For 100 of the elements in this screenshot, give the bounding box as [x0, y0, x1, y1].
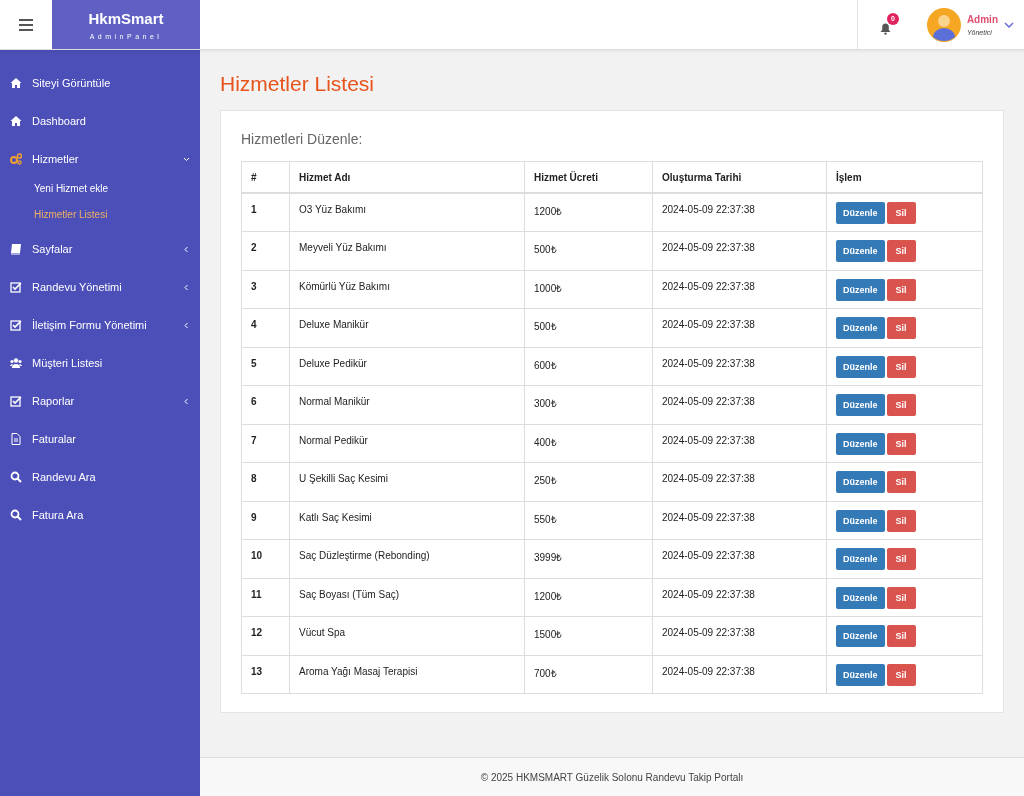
delete-button[interactable]: Sil [886, 625, 916, 647]
table-cell: 8 [241, 462, 290, 501]
edit-button[interactable]: Düzenle [836, 548, 885, 570]
table-cell: 400₺ [524, 424, 653, 463]
table-cell: 5 [241, 347, 290, 386]
table-cell: 6 [241, 385, 290, 424]
delete-button[interactable]: Sil [886, 432, 916, 455]
table-cell: Normal Manikür [289, 385, 525, 424]
table-cell: 2024-05-09 22:37:38 [652, 462, 827, 501]
edit-button[interactable]: Düzenle [836, 317, 885, 339]
table-cell: O3 Yüz Bakımı [289, 193, 525, 232]
table-cell: Vücut Spa [289, 616, 525, 655]
edit-button[interactable]: Düzenle [836, 509, 885, 532]
house-icon [10, 115, 22, 127]
column-header: # [241, 161, 290, 193]
book-icon [10, 243, 22, 255]
table-cell: 2024-05-09 22:37:38 [652, 385, 827, 424]
table-cell: 10 [241, 539, 290, 578]
checkbox-icon [10, 395, 22, 407]
sidebar-item[interactable]: Müşteri Listesi [0, 344, 200, 382]
table-cell: 1 [241, 193, 290, 232]
sidebar-subitem[interactable]: Yeni Hizmet ekle [0, 178, 200, 204]
delete-button[interactable]: Sil [886, 548, 916, 570]
sidebar-item[interactable]: Fatura Ara [0, 496, 200, 534]
edit-button[interactable]: Düzenle [836, 355, 885, 378]
sidebar-item[interactable]: Sayfalar [0, 230, 200, 268]
sidebar-item[interactable]: Hizmetler [0, 140, 200, 178]
table-cell: 3999₺ [524, 539, 653, 578]
footer-text: © 2025 HKMSMART Güzelik Solonu Randevu Takip Portalı [200, 757, 1024, 796]
delete-button[interactable]: Sil [886, 317, 916, 339]
table-cell: 2024-05-09 22:37:38 [652, 193, 827, 232]
sidebar-item[interactable]: Randevu Ara [0, 458, 200, 496]
edit-button[interactable]: Düzenle [836, 663, 885, 686]
chevron-down-icon[interactable] [1004, 21, 1014, 28]
table-cell: 4 [241, 308, 290, 347]
edit-button[interactable]: Düzenle [836, 240, 885, 262]
card-title: Hizmetleri Düzenle: [241, 131, 364, 147]
table-cell: 500₺ [524, 308, 653, 347]
edit-button[interactable]: Düzenle [836, 432, 885, 455]
table-cell: 2024-05-09 22:37:38 [652, 501, 827, 540]
avatar-icon [926, 7, 961, 42]
user-name: Admin [966, 13, 998, 25]
table-cell: Deluxe Pedikür [289, 347, 525, 386]
delete-button[interactable]: Sil [886, 663, 916, 686]
checkbox-icon [10, 281, 22, 293]
table-cell: 2024-05-09 22:37:38 [652, 347, 827, 386]
sidebar-item[interactable]: Dashboard [0, 102, 200, 140]
delete-button[interactable]: Sil [886, 240, 916, 262]
edit-button[interactable]: Düzenle [836, 586, 885, 609]
table-cell: 1000₺ [524, 270, 653, 309]
chevron-left-icon [183, 245, 190, 253]
table-cell: U Şekilli Saç Kesimi [289, 462, 525, 501]
delete-button[interactable]: Sil [886, 509, 916, 532]
column-header: Hizmet Adı [289, 161, 525, 193]
table-cell: 11 [241, 578, 290, 617]
sidebar-item[interactable]: Raporlar [0, 382, 200, 420]
checkbox-icon [10, 319, 22, 331]
brand-name: HkmSmart [88, 9, 164, 27]
search-icon [10, 471, 22, 483]
table-cell: 9 [241, 501, 290, 540]
table-cell: 250₺ [524, 462, 653, 501]
table-cell: 2024-05-09 22:37:38 [652, 270, 827, 309]
delete-button[interactable]: Sil [886, 202, 916, 224]
delete-button[interactable]: Sil [886, 471, 916, 493]
sidebar-subitem[interactable]: Hizmetler Listesi [0, 204, 200, 230]
chevron-left-icon [183, 283, 190, 291]
sidebar-item[interactable]: Randevu Yönetimi [0, 268, 200, 306]
delete-button[interactable]: Sil [886, 278, 916, 301]
chevron-left-icon [183, 397, 190, 405]
edit-button[interactable]: Düzenle [836, 278, 885, 301]
table-cell: 600₺ [524, 347, 653, 386]
edit-button[interactable]: Düzenle [836, 471, 885, 493]
delete-button[interactable]: Sil [886, 355, 916, 378]
table-cell: 2024-05-09 22:37:38 [652, 578, 827, 617]
sidebar-item[interactable]: Siteyi Görüntüle [0, 64, 200, 102]
menu-icon [19, 18, 33, 31]
table-cell: 1200₺ [524, 578, 653, 617]
table-cell: 1200₺ [524, 193, 653, 232]
house-icon [10, 77, 22, 89]
table-cell: Deluxe Manikür [289, 308, 525, 347]
table-cell: Katlı Saç Kesimi [289, 501, 525, 540]
edit-button[interactable]: Düzenle [836, 202, 885, 224]
table-cell: 2 [241, 231, 290, 270]
table-cell: 12 [241, 616, 290, 655]
table-cell: 2024-05-09 22:37:38 [652, 308, 827, 347]
table-cell: 2024-05-09 22:37:38 [652, 655, 827, 694]
sidebar-item[interactable]: Faturalar [0, 420, 200, 458]
edit-button[interactable]: Düzenle [836, 394, 885, 416]
table-cell: 7 [241, 424, 290, 463]
delete-button[interactable]: Sil [886, 586, 916, 609]
edit-button[interactable]: Düzenle [836, 625, 885, 647]
chevron-down-icon [183, 155, 190, 163]
table-cell: 3 [241, 270, 290, 309]
search-icon [10, 509, 22, 521]
sidebar-item[interactable]: İletişim Formu Yönetimi [0, 306, 200, 344]
table-cell: Meyveli Yüz Bakımı [289, 231, 525, 270]
document-icon [10, 433, 22, 445]
table-cell: Saç Boyası (Tüm Saç) [289, 578, 525, 617]
delete-button[interactable]: Sil [886, 394, 916, 416]
table-cell: Aroma Yağı Masaj Terapisi [289, 655, 525, 694]
